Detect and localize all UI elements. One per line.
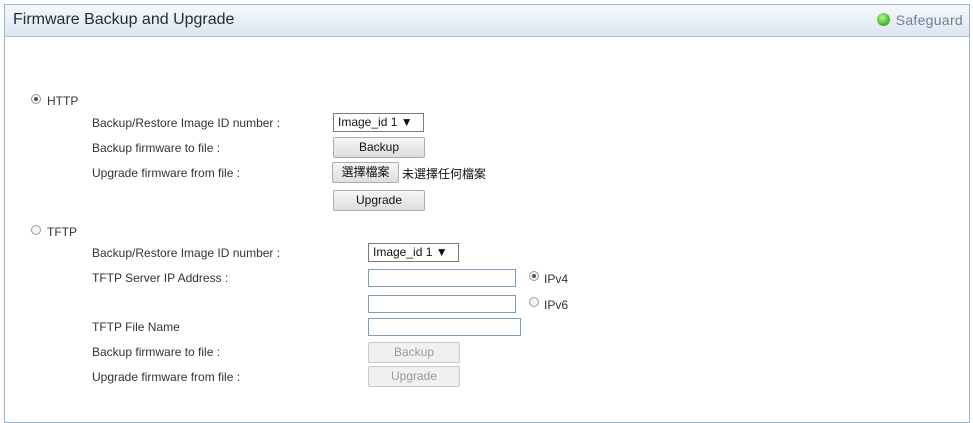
ipv6-radio-label: IPv6 (544, 298, 569, 312)
choose-file-button[interactable]: 選擇檔案 (332, 162, 399, 183)
http-radio[interactable] (31, 94, 41, 104)
http-backup-button[interactable]: Backup (333, 137, 425, 158)
ipv4-radio[interactable] (529, 271, 539, 281)
title-bar: Firmware Backup and Upgrade Safeguard (5, 5, 969, 37)
tftp-image-id-label: Backup/Restore Image ID number : (92, 246, 281, 260)
page-title: Firmware Backup and Upgrade (13, 11, 235, 28)
ipv6-radio[interactable] (529, 297, 539, 307)
http-upgrade-label: Upgrade firmware from file : (92, 166, 241, 180)
tftp-file-name-input[interactable] (368, 318, 521, 336)
http-radio-label: HTTP (47, 94, 79, 108)
http-upgrade-button[interactable]: Upgrade (333, 190, 425, 211)
tftp-radio[interactable] (31, 225, 41, 235)
tftp-file-name-label: TFTP File Name (92, 320, 180, 334)
safeguard-indicator: Safeguard (876, 12, 963, 28)
http-backup-label: Backup firmware to file : (92, 141, 221, 155)
tftp-ipv6-input[interactable] (368, 295, 516, 313)
no-file-chosen-text: 未選擇任何檔案 (402, 167, 487, 181)
tftp-upgrade-button[interactable]: Upgrade (368, 366, 460, 387)
tftp-backup-button[interactable]: Backup (368, 342, 460, 363)
tftp-radio-label: TFTP (47, 225, 77, 239)
firmware-panel: Firmware Backup and Upgrade Safeguard (4, 4, 970, 423)
tftp-upgrade-label: Upgrade firmware from file : (92, 370, 241, 384)
tftp-ipv4-input[interactable] (368, 269, 516, 287)
tftp-image-id-select[interactable]: Image_id 1 ▼ (368, 243, 459, 262)
ipv4-radio-label: IPv4 (544, 272, 569, 286)
tftp-server-ip-label: TFTP Server IP Address : (92, 271, 229, 285)
http-image-id-select[interactable]: Image_id 1 ▼ (333, 113, 424, 132)
tftp-backup-label: Backup firmware to file : (92, 345, 221, 359)
safeguard-status-icon (876, 13, 890, 26)
safeguard-label: Safeguard (895, 12, 963, 28)
http-image-id-label: Backup/Restore Image ID number : (92, 116, 281, 130)
